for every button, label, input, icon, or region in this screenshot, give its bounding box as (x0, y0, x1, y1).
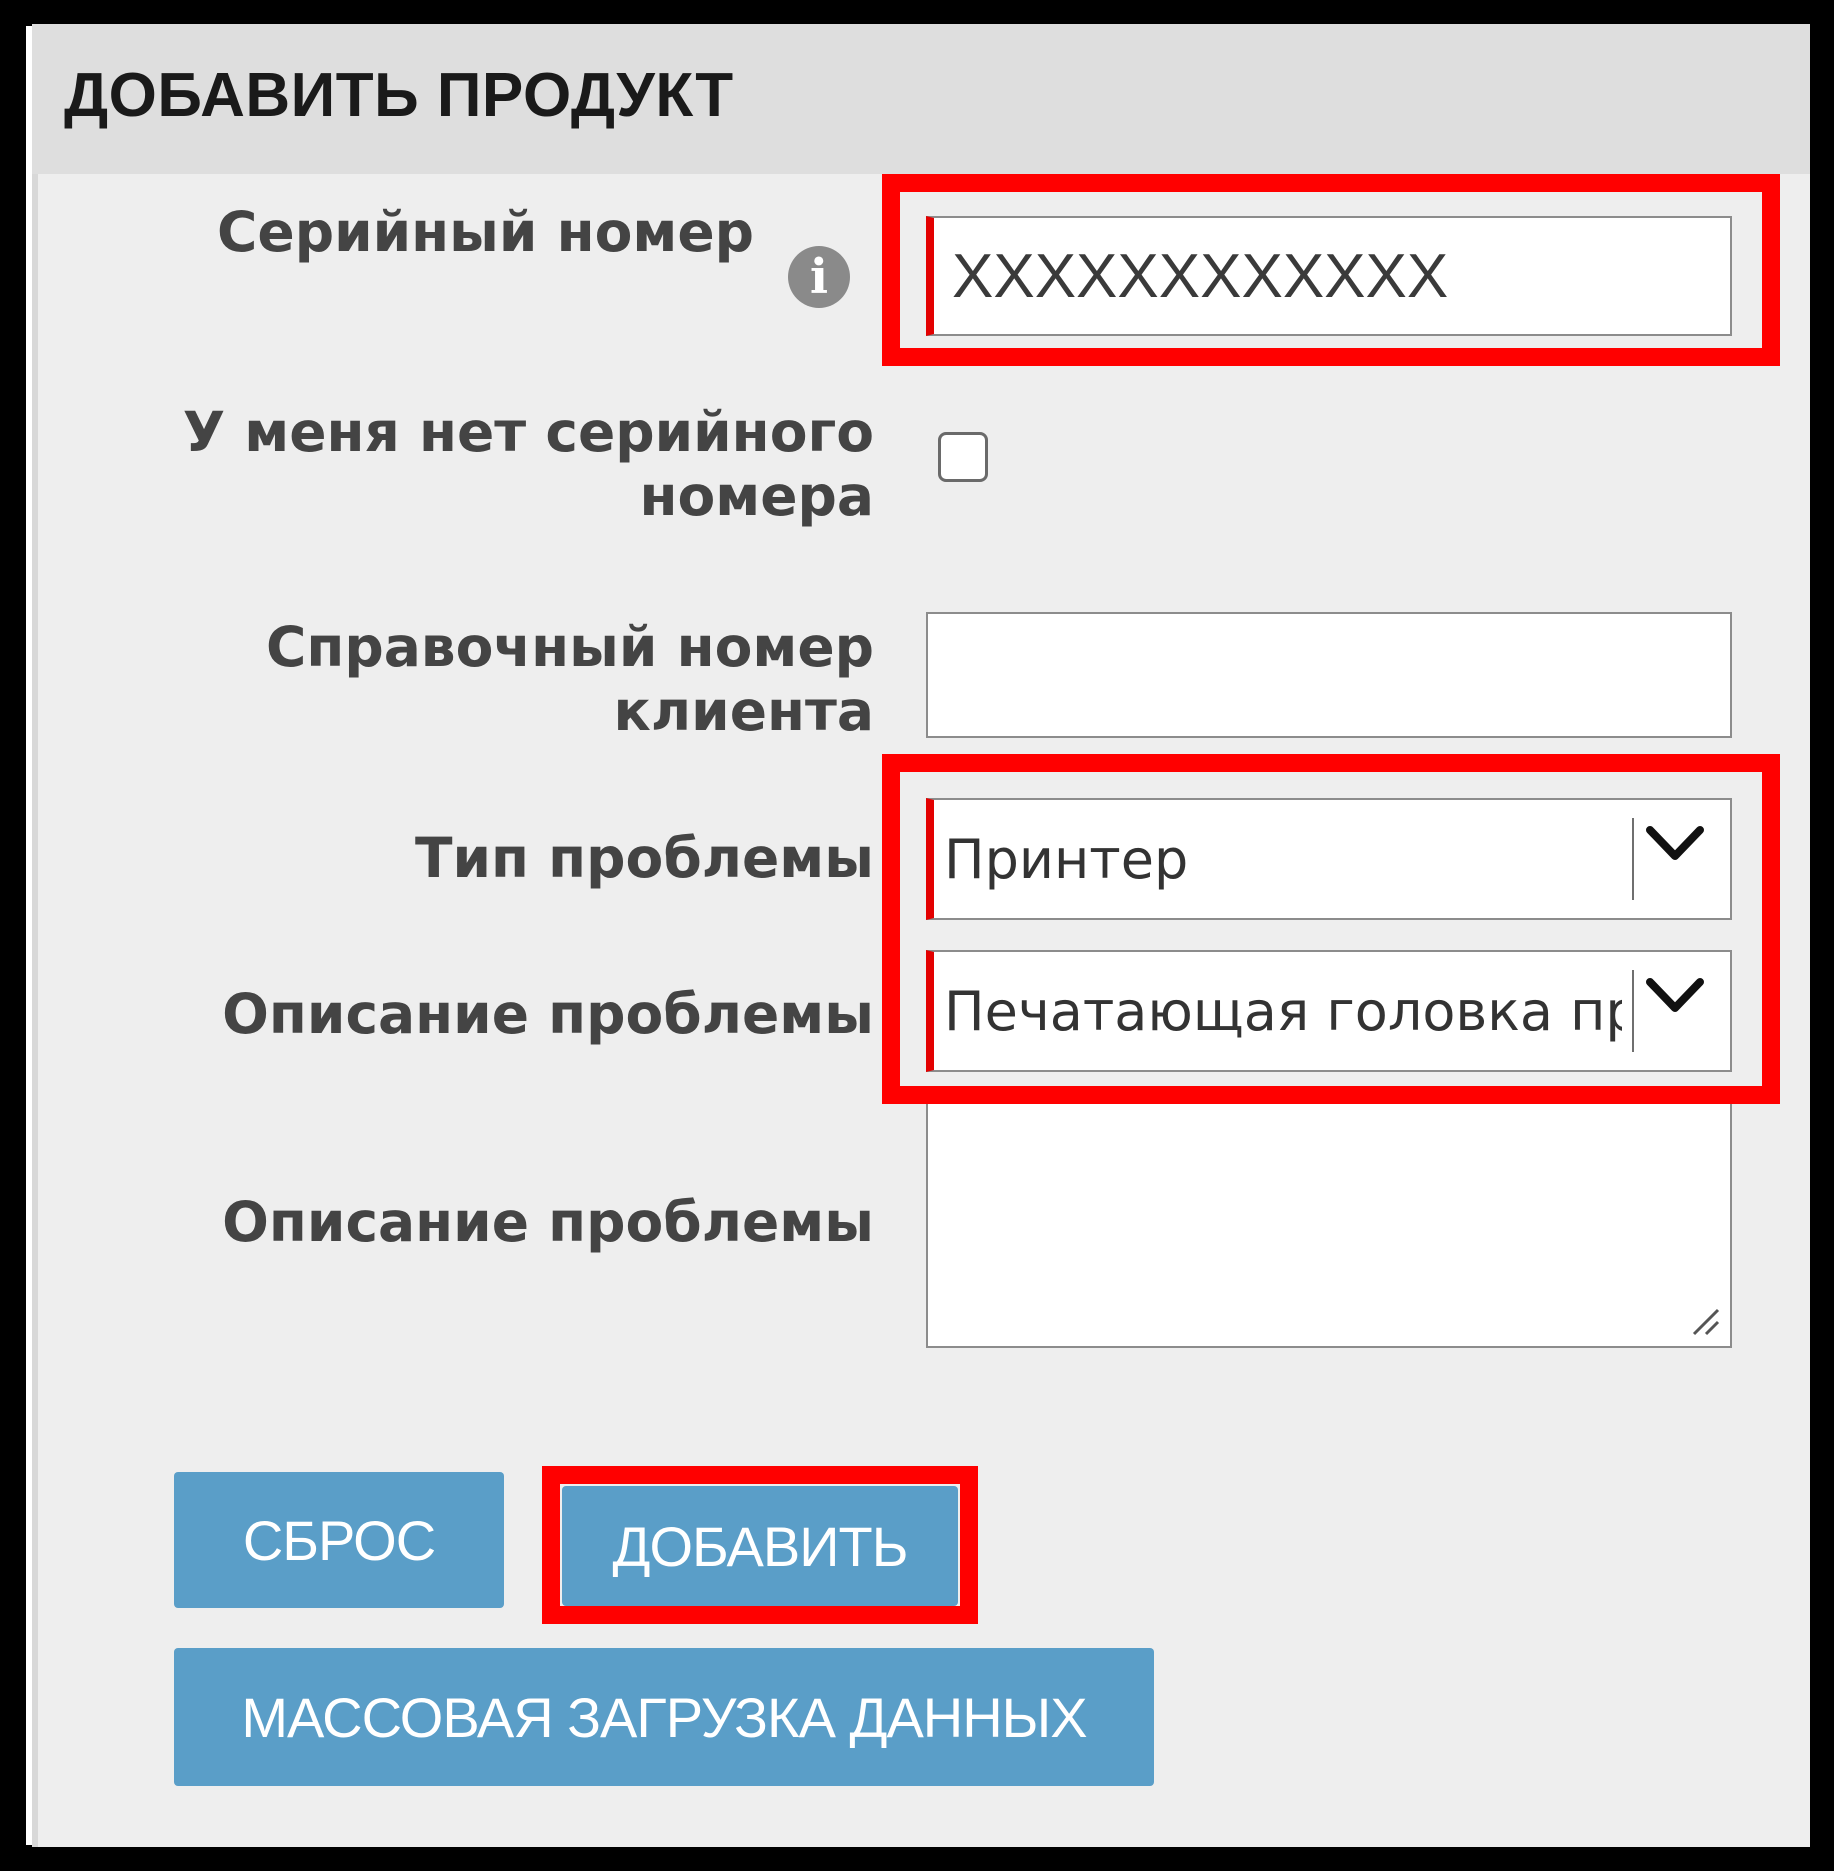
chevron-down-icon[interactable] (1644, 976, 1706, 1016)
select-divider (1632, 970, 1634, 1052)
problem-description-select-value: Печатающая головка пр (944, 979, 1622, 1043)
customer-reference-input[interactable] (926, 612, 1732, 738)
chevron-down-icon[interactable] (1644, 824, 1706, 864)
bulk-upload-button[interactable]: МАССОВАЯ ЗАГРУЗКА ДАННЫХ (174, 1648, 1154, 1786)
problem-type-value: Принтер (944, 827, 1189, 891)
serial-number-value: XXXXXXXXXXXX (952, 241, 1449, 311)
serial-number-label: Серийный номер (217, 200, 754, 264)
add-button[interactable]: ДОБАВИТЬ (562, 1486, 958, 1606)
select-divider (1632, 818, 1634, 900)
serial-number-input[interactable]: XXXXXXXXXXXX (926, 216, 1732, 336)
resize-handle-icon[interactable] (1688, 1304, 1722, 1338)
no-serial-label: У меня нет серийного номера (182, 400, 874, 528)
info-icon[interactable]: i (788, 246, 850, 308)
problem-description-select-label: Описание проблемы (222, 982, 874, 1046)
reset-button[interactable]: СБРОС (174, 1472, 504, 1608)
customer-reference-label: Справочный номер клиента (265, 615, 874, 743)
page-title: ДОБАВИТЬ ПРОДУКТ (64, 61, 734, 130)
problem-type-select[interactable]: Принтер (926, 798, 1732, 920)
problem-type-label: Тип проблемы (414, 826, 874, 890)
problem-description-select[interactable]: Печатающая головка пр (926, 950, 1732, 1072)
no-serial-checkbox[interactable] (938, 432, 988, 482)
problem-description-text-label: Описание проблемы (222, 1190, 874, 1254)
problem-description-textarea[interactable] (926, 1100, 1732, 1348)
